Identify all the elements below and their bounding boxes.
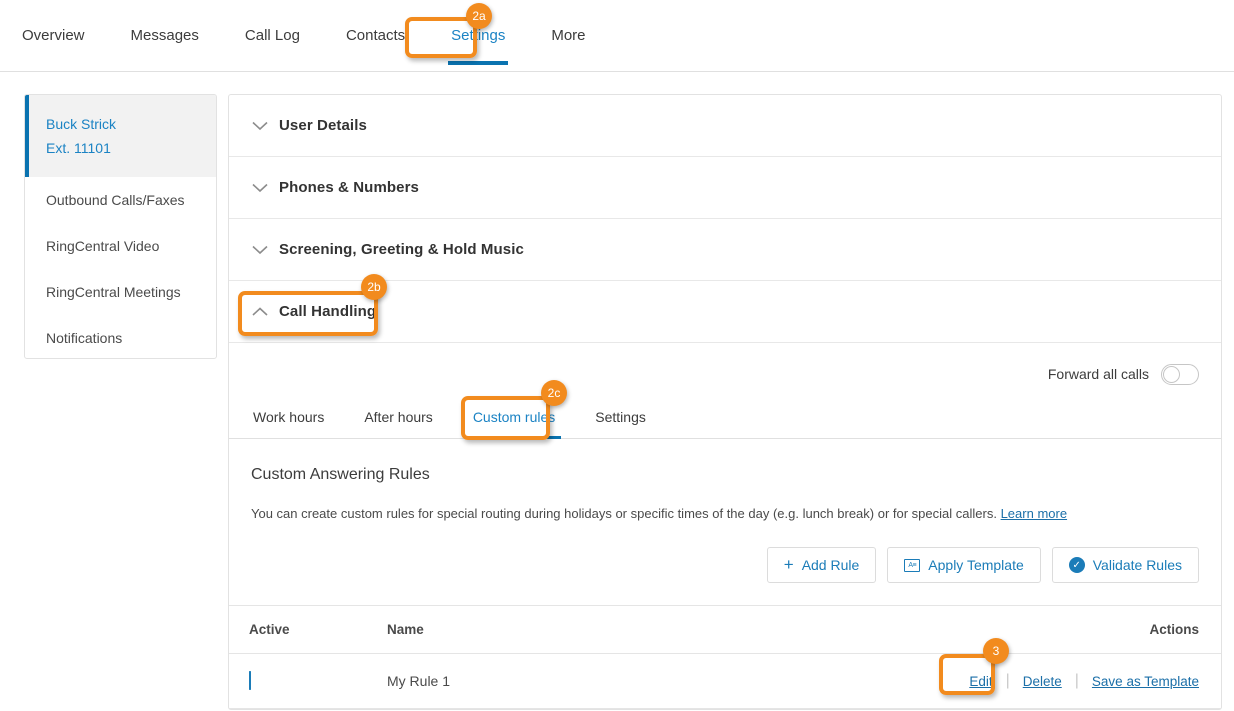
annotation-badge-2a: 2a bbox=[466, 3, 492, 29]
annotation-overlay: 2a 2b 2c 3 bbox=[0, 0, 1234, 711]
annotation-highlight-edit-link bbox=[939, 654, 995, 695]
annotation-highlight-call-handling bbox=[238, 291, 378, 336]
annotation-badge-2b: 2b bbox=[361, 274, 387, 300]
annotation-badge-2c: 2c bbox=[541, 380, 567, 406]
annotation-badge-3: 3 bbox=[983, 638, 1009, 664]
annotation-highlight-custom-rules-tab bbox=[461, 396, 550, 440]
annotation-highlight-settings-tab bbox=[405, 17, 477, 58]
